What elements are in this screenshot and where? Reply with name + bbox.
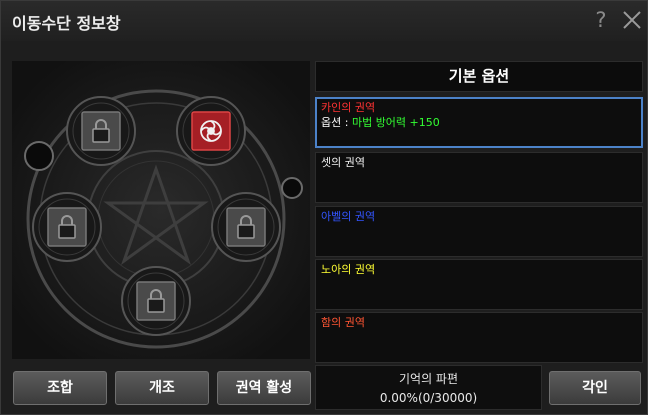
option-value: 마법 방어력 +150 <box>351 116 440 129</box>
domain-ham[interactable]: 함의 권역 <box>315 312 643 363</box>
vehicle-info-window: 이동수단 정보창 ? 기본 옵션 카인의 권역 옵션: 마법 방어력 +150… <box>0 0 648 415</box>
combine-button[interactable]: 조합 <box>13 371 107 405</box>
slot-top-right[interactable] <box>187 107 235 155</box>
domain-name: 노아의 권역 <box>321 263 376 276</box>
title-bar[interactable]: 이동수단 정보창 ? <box>1 1 647 41</box>
option-panel: 기본 옵션 카인의 권역 옵션 : 마법 방어력 +150 셋의 권역 아벨의 … <box>315 61 643 363</box>
engrave-button[interactable]: 각인 <box>549 371 641 405</box>
help-icon[interactable]: ? <box>590 7 612 33</box>
close-icon[interactable] <box>621 9 643 31</box>
domain-seth[interactable]: 셋의 권역 <box>315 152 643 203</box>
option-panel-header: 기본 옵션 <box>315 61 643 92</box>
slot-top-left[interactable] <box>77 107 125 155</box>
memory-fragment-box: 기억의 파편 0.00%(0/30000) <box>315 365 542 410</box>
window-title: 이동수단 정보창 <box>12 14 121 33</box>
slot-middle-right[interactable] <box>222 203 270 251</box>
memory-fragment-value: 0.00%(0/30000) <box>379 391 478 405</box>
domain-abel[interactable]: 아벨의 권역 <box>315 206 643 257</box>
domain-name: 함의 권역 <box>321 316 365 329</box>
domain-circle-panel <box>12 61 310 359</box>
domain-name: 카인의 권역 <box>321 101 376 114</box>
modify-button[interactable]: 개조 <box>115 371 209 405</box>
lock-icon <box>58 224 76 239</box>
slot-bottom[interactable] <box>132 277 180 325</box>
lock-icon <box>92 128 110 143</box>
memory-fragment-label: 기억의 파편 <box>398 372 458 386</box>
slot-middle-left[interactable] <box>43 203 91 251</box>
domain-option: 옵션 : 마법 방어력 +150 <box>321 115 637 130</box>
option-prefix: 옵션 : <box>321 116 352 129</box>
domain-noah[interactable]: 노아의 권역 <box>315 259 643 310</box>
activate-domain-button[interactable]: 권역 활성 <box>217 371 311 405</box>
lock-icon <box>237 224 255 239</box>
lock-icon <box>147 298 165 313</box>
domain-name: 셋의 권역 <box>321 156 365 169</box>
domain-cain[interactable]: 카인의 권역 옵션 : 마법 방어력 +150 <box>315 97 643 148</box>
domain-name: 아벨의 권역 <box>321 210 376 223</box>
